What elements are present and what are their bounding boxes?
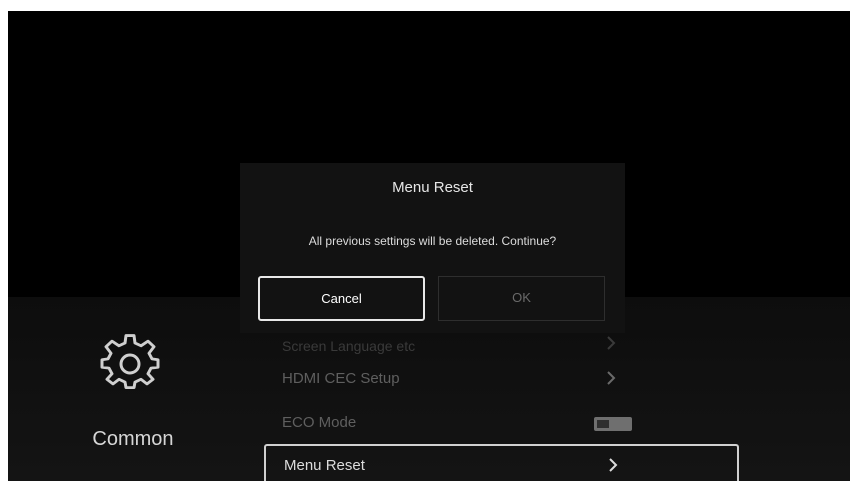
dialog-title: Menu Reset <box>392 179 473 196</box>
chevron-right-icon <box>609 458 618 472</box>
menu-item-label: Screen Language etc <box>282 338 416 354</box>
chevron-right-icon <box>607 371 616 385</box>
eco-mode-toggle[interactable] <box>594 417 632 431</box>
menu-item-hdmi-cec-setup[interactable]: HDMI CEC Setup <box>264 359 739 399</box>
menu-item-menu-reset[interactable]: Menu Reset <box>264 444 739 481</box>
category-label: Common <box>92 428 174 450</box>
toggle-knob <box>597 420 609 428</box>
gear-icon <box>100 334 160 394</box>
menu-reset-dialog: Menu Reset All previous settings will be… <box>240 163 625 333</box>
menu-item-eco-mode[interactable]: ECO Mode <box>264 403 739 443</box>
chevron-right-icon <box>607 336 616 350</box>
dialog-message: All previous settings will be deleted. C… <box>308 234 557 248</box>
menu-item-label: ECO Mode <box>282 414 357 431</box>
ok-button[interactable]: OK <box>438 276 605 321</box>
tv-screen: Common Screen Language etc HDMI CEC Setu… <box>8 11 850 481</box>
cancel-button[interactable]: Cancel <box>258 276 425 321</box>
menu-item-label: Menu Reset <box>284 457 365 474</box>
menu-item-label: HDMI CEC Setup <box>282 370 400 387</box>
